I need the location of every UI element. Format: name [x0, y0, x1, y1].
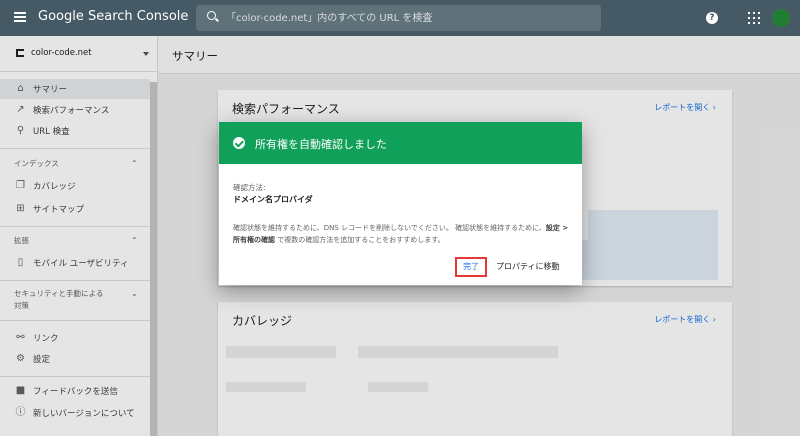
dialog-header: 所有権を自動確認しました: [219, 122, 582, 164]
note-text: で複数の確認方法を追加することをおすすめします。: [275, 236, 445, 244]
top-app-bar: Google Search Console ?: [0, 0, 800, 36]
search-icon: [207, 11, 216, 20]
url-inspection-search[interactable]: [196, 5, 601, 31]
method-label: 確認方法:: [233, 183, 266, 192]
apps-grid-icon[interactable]: [748, 12, 760, 24]
method-value: ドメイン名プロバイダ: [233, 195, 313, 204]
go-to-property-button[interactable]: プロパティに移動: [496, 261, 560, 272]
search-input[interactable]: [226, 5, 596, 31]
menu-icon[interactable]: [14, 12, 26, 22]
dialog-title: 所有権を自動確認しました: [255, 138, 387, 151]
check-circle-icon: [233, 137, 245, 149]
app-title: Google Search Console: [38, 9, 189, 24]
done-button[interactable]: 完了: [455, 257, 487, 277]
verification-dialog: 所有権を自動確認しました 確認方法: ドメイン名プロバイダ 確認状態を維持するた…: [219, 122, 582, 285]
account-avatar[interactable]: [772, 9, 790, 27]
help-icon[interactable]: ?: [706, 12, 718, 24]
note-text: 確認状態を維持するために、DNS レコードを削除しないでください。 確認状態を維…: [233, 224, 546, 232]
dialog-note: 確認状態を維持するために、DNS レコードを削除しないでください。 確認状態を維…: [233, 222, 571, 246]
